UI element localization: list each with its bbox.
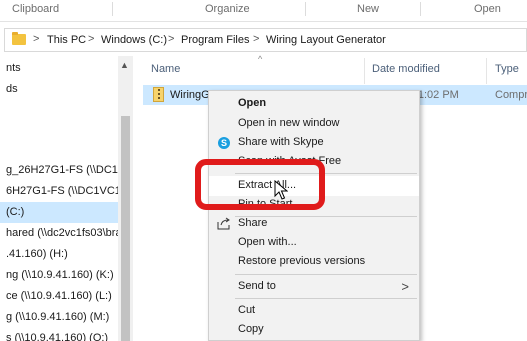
- nav-item[interactable]: ce (\\10.9.41.160) (L:): [0, 286, 118, 307]
- nav-item-c-drive[interactable]: (C:): [0, 202, 118, 223]
- menu-separator: [235, 274, 417, 275]
- menu-item-share-with-skype[interactable]: S Share with Skype: [209, 133, 419, 153]
- ribbon-group-open: Open: [474, 3, 501, 15]
- menu-item-label: Cut: [238, 304, 256, 316]
- menu-item-copy[interactable]: Copy: [209, 320, 419, 340]
- ribbon-group-clipboard: Clipboard: [12, 3, 60, 15]
- address-bar[interactable]: > This PC > Windows (C:) > Program Files…: [4, 28, 527, 52]
- nav-item[interactable]: .41.160) (H:): [0, 244, 118, 265]
- menu-item-open-with[interactable]: Open with...: [209, 233, 419, 253]
- highlight-annotation: [195, 159, 325, 210]
- column-header-date-modified[interactable]: Date modified: [372, 63, 440, 75]
- breadcrumb-program-files[interactable]: Program Files: [181, 34, 249, 46]
- nav-item[interactable]: hared (\\dc2vc1fs03\brat: [0, 223, 118, 244]
- ribbon-divider: [420, 2, 421, 16]
- scroll-up-arrow-icon[interactable]: ▲: [120, 60, 129, 70]
- breadcrumb-separator: >: [168, 33, 175, 45]
- column-divider[interactable]: [486, 58, 487, 84]
- nav-item[interactable]: ng (\\10.9.41.160) (K:): [0, 265, 118, 286]
- folder-icon: [12, 32, 26, 45]
- breadcrumb-separator: >: [33, 33, 40, 45]
- menu-item-label: Copy: [238, 323, 264, 335]
- column-header-name[interactable]: Name: [151, 63, 180, 75]
- menu-item-open-new-window[interactable]: Open in new window: [209, 114, 419, 134]
- breadcrumb-wiring-layout-generator[interactable]: Wiring Layout Generator: [266, 34, 386, 46]
- menu-item-label: Share with Skype: [238, 136, 324, 148]
- ribbon-group-organize: Organize: [205, 3, 250, 15]
- ribbon-divider: [112, 2, 113, 16]
- menu-item-share[interactable]: Share: [209, 214, 419, 234]
- scrollbar-thumb[interactable]: [121, 116, 130, 341]
- ribbon: Clipboard Organize New Open: [0, 0, 527, 22]
- menu-item-cut[interactable]: Cut: [209, 301, 419, 321]
- share-icon: [217, 217, 230, 230]
- skype-icon: S: [218, 137, 230, 149]
- sidebar-scrollbar[interactable]: ▲: [118, 56, 133, 341]
- context-menu: Open Open in new window S Share with Sky…: [208, 90, 420, 341]
- nav-item[interactable]: g (\\10.9.41.160) (M:): [0, 307, 118, 328]
- column-header-type[interactable]: Type: [495, 63, 519, 75]
- nav-item[interactable]: s (\\10.9.41.160) (O:): [0, 328, 118, 341]
- navigation-pane: nts ds g_26H27G1-FS (\\DC1VC 6H27G1-FS (…: [0, 56, 133, 341]
- column-divider[interactable]: [364, 58, 365, 84]
- breadcrumb-separator: >: [88, 33, 95, 45]
- nav-item[interactable]: 6H27G1-FS (\\DC1VC1FS0: [0, 181, 118, 202]
- menu-item-send-to[interactable]: Send to >: [209, 277, 419, 297]
- menu-item-restore-previous-versions[interactable]: Restore previous versions: [209, 252, 419, 272]
- nav-item[interactable]: g_26H27G1-FS (\\DC1VC: [0, 160, 118, 181]
- file-type: Compr: [495, 89, 527, 101]
- menu-separator: [235, 298, 417, 299]
- menu-item-label: Open with...: [238, 236, 297, 248]
- nav-item[interactable]: nts: [0, 58, 118, 79]
- sort-ascending-icon: ^: [258, 54, 263, 64]
- menu-item-label: Open in new window: [238, 117, 340, 129]
- breadcrumb-this-pc[interactable]: This PC: [47, 34, 86, 46]
- menu-item-label: Restore previous versions: [238, 255, 366, 267]
- mouse-pointer-icon: [274, 180, 288, 200]
- menu-item-label: Send to: [238, 280, 276, 292]
- menu-item-label: Share: [238, 217, 268, 229]
- nav-item[interactable]: ds: [0, 79, 118, 100]
- ribbon-divider: [305, 2, 306, 16]
- breadcrumb-separator: >: [253, 33, 260, 45]
- zip-folder-icon: [153, 87, 164, 102]
- breadcrumb-windows-c[interactable]: Windows (C:): [101, 34, 167, 46]
- menu-item-label: Open: [238, 97, 267, 109]
- submenu-arrow-icon: >: [401, 279, 409, 294]
- ribbon-group-new: New: [357, 3, 380, 15]
- menu-item-open[interactable]: Open: [209, 94, 419, 114]
